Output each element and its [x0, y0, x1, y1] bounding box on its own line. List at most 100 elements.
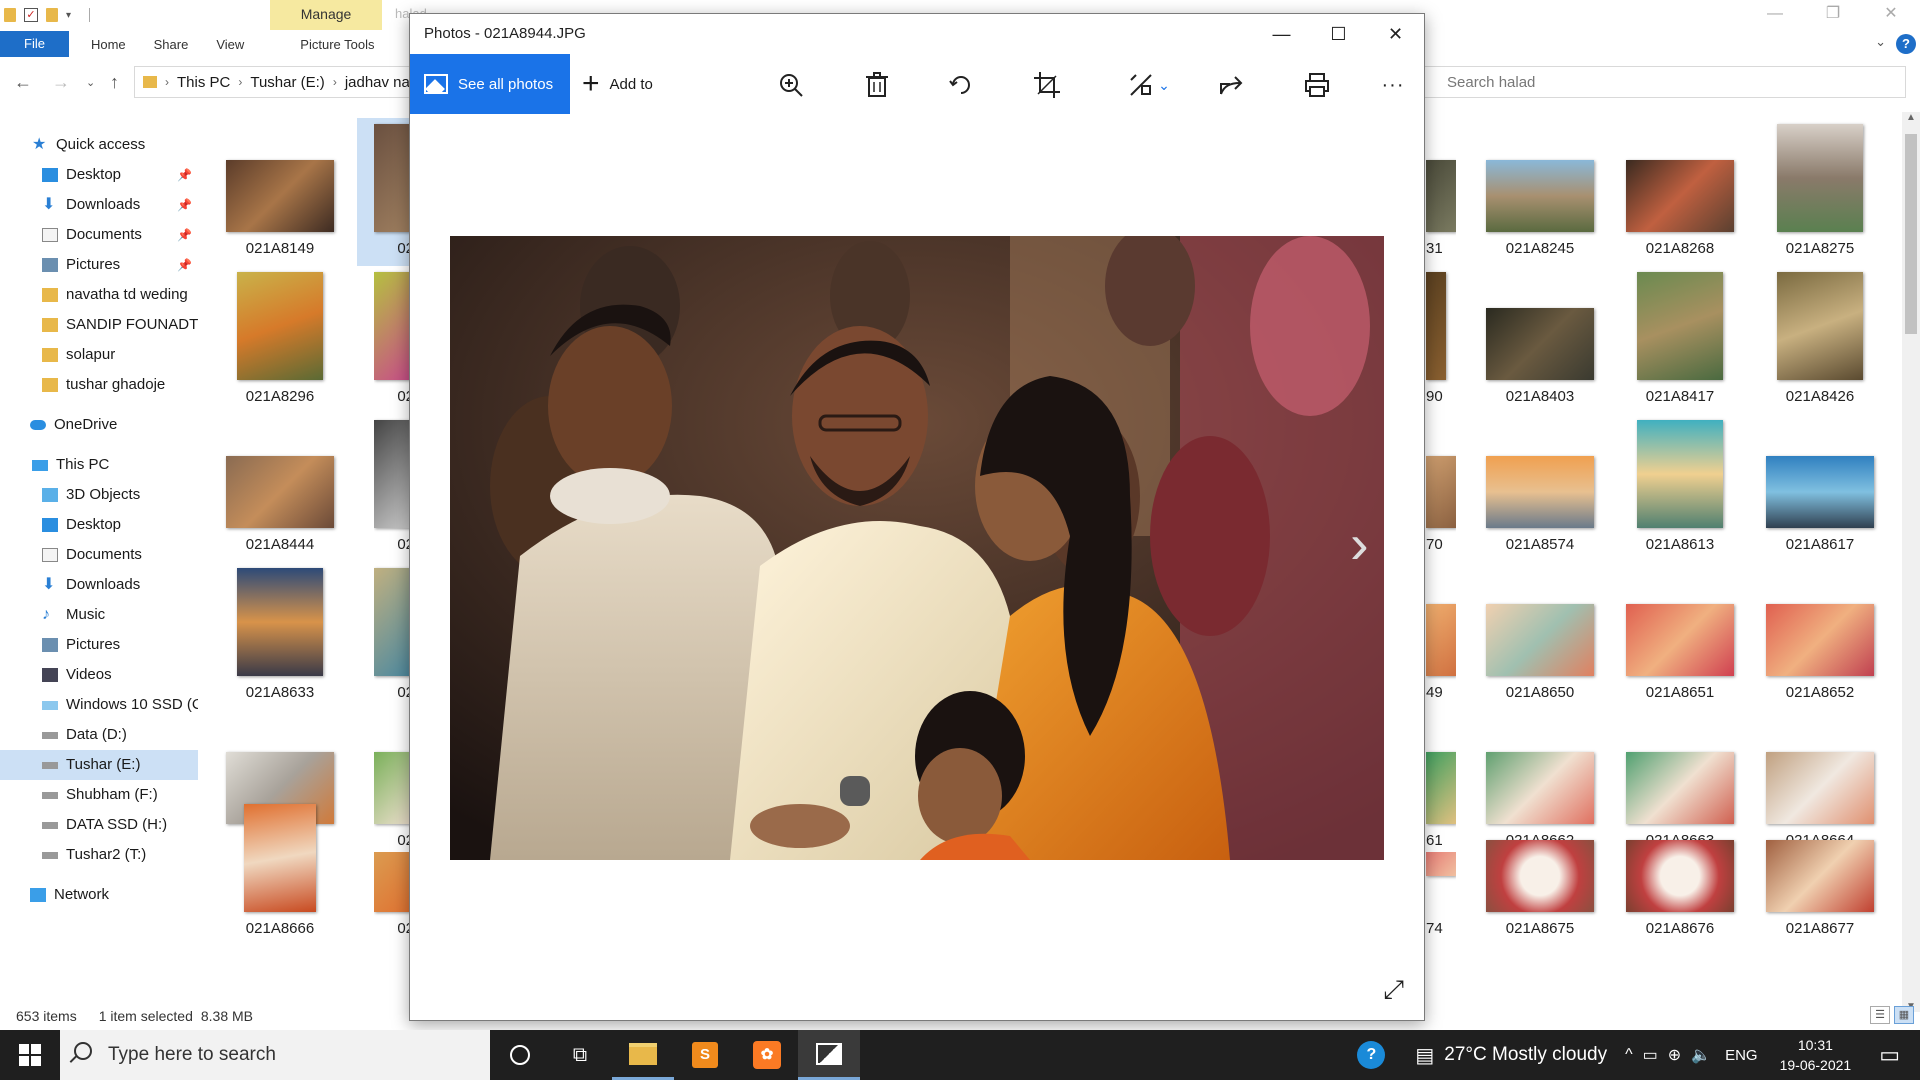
thumbnail-tile[interactable]: 021A8676: [1610, 840, 1750, 937]
large-icons-view-icon[interactable]: ▦: [1894, 1006, 1914, 1024]
nav-network[interactable]: Network: [0, 880, 198, 910]
thumbnail-tile[interactable]: 021A8662: [1470, 704, 1610, 849]
minimize-icon[interactable]: —: [1253, 14, 1310, 54]
crop-icon[interactable]: [1030, 68, 1064, 102]
thumbnail-tile[interactable]: 021A8650: [1470, 556, 1610, 701]
close-icon[interactable]: ✕: [1862, 0, 1920, 30]
maximize-icon[interactable]: ☐: [1310, 14, 1367, 54]
sublime-text-taskbar-icon[interactable]: S: [674, 1030, 736, 1080]
thumbnail-tile[interactable]: 021A8426: [1750, 260, 1890, 405]
photos-taskbar-icon[interactable]: [798, 1030, 860, 1080]
weather-icon[interactable]: ▤: [1415, 1043, 1434, 1068]
nav-item-folder[interactable]: navatha td weding: [0, 280, 198, 310]
rotate-icon[interactable]: [944, 68, 978, 102]
thumbnail-tile[interactable]: 021A8651: [1610, 556, 1750, 701]
nav-item-folder[interactable]: tushar ghadoje: [0, 370, 198, 400]
thumbnail-tile[interactable]: 021A8296: [210, 260, 350, 405]
thumbnail-tile[interactable]: 021A8444: [210, 408, 350, 553]
print-icon[interactable]: [1300, 68, 1334, 102]
nav-item-drive-c[interactable]: Windows 10 SSD (C: [0, 690, 198, 720]
nav-onedrive[interactable]: OneDrive: [0, 410, 198, 440]
details-view-icon[interactable]: ☰: [1870, 1006, 1890, 1024]
nav-item-3d-objects[interactable]: 3D Objects: [0, 480, 198, 510]
nav-item-downloads[interactable]: ⬇ Downloads 📌: [0, 190, 198, 220]
next-photo-arrow-icon[interactable]: ›: [1350, 516, 1369, 572]
cortana-icon[interactable]: [490, 1030, 550, 1080]
search-input[interactable]: Search halad: [1414, 66, 1906, 98]
nav-item-drive-t[interactable]: Tushar2 (T:): [0, 840, 198, 870]
thumbnail-tile[interactable]: 021A8403: [1470, 260, 1610, 405]
delete-icon[interactable]: [860, 68, 894, 102]
file-explorer-taskbar-icon[interactable]: [612, 1030, 674, 1080]
thumbnail-tile[interactable]: 021A8677: [1750, 840, 1890, 937]
forward-arrow-icon[interactable]: →: [52, 72, 70, 93]
thumbnail-tile[interactable]: 021A8675: [1470, 840, 1610, 937]
nav-quick-access[interactable]: ★ Quick access: [0, 130, 198, 160]
thumbnail-tile[interactable]: 02: [374, 852, 414, 1002]
breadcrumb-folder[interactable]: jadhav na: [345, 74, 410, 91]
breadcrumb-drive[interactable]: Tushar (E:): [250, 74, 324, 91]
thumbnail-tile[interactable]: 021A8633: [210, 556, 350, 701]
nav-item-drive-d[interactable]: Data (D:): [0, 720, 198, 750]
customize-qat-icon[interactable]: ▾: [66, 10, 71, 21]
address-bar[interactable]: › This PC › Tushar (E:) › jadhav na: [134, 66, 424, 98]
nav-item-desktop[interactable]: Desktop: [0, 510, 198, 540]
thumbnail-tile[interactable]: 021A8663: [1610, 704, 1750, 849]
close-icon[interactable]: ✕: [1367, 14, 1424, 54]
thumbnail-tile[interactable]: 021A8574: [1470, 408, 1610, 553]
task-view-icon[interactable]: ⧉: [550, 1030, 610, 1080]
weather-text[interactable]: 27°C Mostly cloudy: [1444, 1044, 1607, 1066]
thumbnail-tile[interactable]: 021A8245: [1470, 112, 1610, 257]
nav-item-desktop[interactable]: Desktop 📌: [0, 160, 198, 190]
volume-icon[interactable]: 🔈: [1691, 1045, 1711, 1065]
globe-icon[interactable]: ⊕: [1668, 1045, 1681, 1065]
displayed-photo[interactable]: [450, 236, 1384, 860]
nav-item-drive-h[interactable]: DATA SSD (H:): [0, 810, 198, 840]
edit-enhance-icon[interactable]: [1124, 68, 1158, 102]
scroll-up-icon[interactable]: ▲: [1902, 112, 1920, 123]
thumbnail-tile[interactable]: 021A8617: [1750, 408, 1890, 553]
chevron-down-icon[interactable]: ⌄: [1154, 68, 1174, 102]
chevron-up-icon[interactable]: ^: [1625, 1046, 1633, 1064]
share-icon[interactable]: [1214, 68, 1248, 102]
recent-locations-icon[interactable]: ⌄: [86, 76, 95, 89]
vertical-scrollbar[interactable]: ▲ ▼: [1902, 112, 1920, 1012]
nav-item-documents[interactable]: Documents: [0, 540, 198, 570]
add-to-button[interactable]: + Add to: [582, 54, 653, 114]
help-icon[interactable]: ?: [1896, 34, 1916, 54]
see-all-photos-button[interactable]: See all photos: [410, 54, 570, 114]
properties-icon[interactable]: ✓: [24, 8, 38, 22]
nav-item-drive-f[interactable]: Shubham (F:): [0, 780, 198, 810]
tab-view[interactable]: View: [202, 37, 258, 52]
tab-share[interactable]: Share: [140, 37, 203, 52]
thumbnail-tile[interactable]: 74: [1426, 852, 1456, 1002]
new-folder-icon[interactable]: [46, 8, 58, 22]
thumbnail-tile[interactable]: 02: [374, 408, 414, 558]
nav-item-folder[interactable]: solapur: [0, 340, 198, 370]
thumbnail-tile[interactable]: 31: [1426, 112, 1456, 262]
nav-item-folder[interactable]: SANDIP FOUNADTI(: [0, 310, 198, 340]
tab-file[interactable]: File: [0, 31, 69, 57]
help-icon[interactable]: ?: [1357, 1041, 1386, 1069]
pin-icon[interactable]: 📌: [177, 190, 192, 220]
thumbnail-tile[interactable]: 70: [1426, 408, 1456, 558]
nav-item-videos[interactable]: Videos: [0, 660, 198, 690]
start-button[interactable]: [0, 1030, 60, 1080]
thumbnail-tile[interactable]: 021A8652: [1750, 556, 1890, 701]
xampp-taskbar-icon[interactable]: ✿: [736, 1030, 798, 1080]
scrollbar-thumb[interactable]: [1905, 134, 1917, 334]
thumbnail-tile[interactable]: 021A8664: [1750, 704, 1890, 849]
expand-ribbon-icon[interactable]: ⌄: [1875, 34, 1886, 50]
battery-icon[interactable]: ▭: [1643, 1045, 1658, 1065]
thumbnail-tile[interactable]: 49: [1426, 556, 1456, 706]
tab-home[interactable]: Home: [77, 37, 140, 52]
thumbnail-tile[interactable]: 021A8149: [210, 112, 350, 257]
thumbnail-tile[interactable]: 021A8613: [1610, 408, 1750, 553]
more-options-icon[interactable]: ···: [1376, 68, 1410, 102]
notification-icon[interactable]: ▭: [1879, 1042, 1900, 1068]
back-arrow-icon[interactable]: ←: [14, 72, 32, 93]
thumbnail-tile[interactable]: 021A8666: [210, 804, 350, 937]
language-indicator[interactable]: ENG: [1725, 1047, 1758, 1064]
restore-icon[interactable]: ❐: [1804, 0, 1862, 30]
thumbnail-tile[interactable]: 02: [374, 260, 414, 410]
